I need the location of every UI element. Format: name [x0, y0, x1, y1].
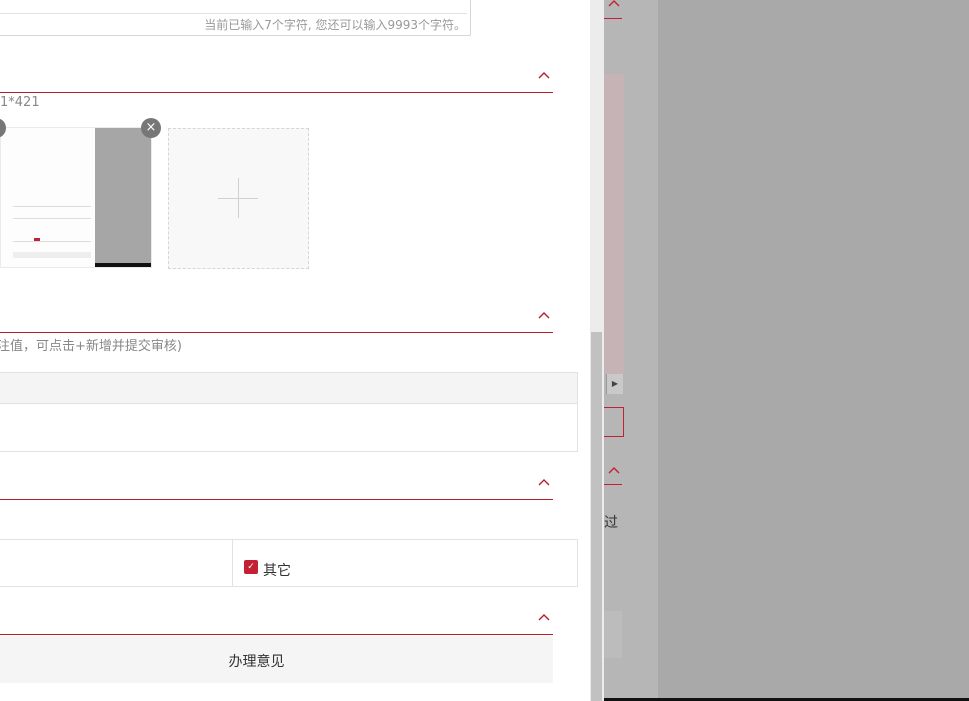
- thumbnail-page-area: [1, 128, 95, 267]
- section-divider: [0, 634, 553, 635]
- section-divider: [0, 499, 553, 500]
- scrollbar-thumb[interactable]: [591, 332, 602, 701]
- collapse-chevron-up-icon[interactable]: [538, 311, 550, 323]
- thumbnail-line: [13, 241, 91, 242]
- background-input-box: [604, 407, 624, 437]
- thumbnail-button: [13, 252, 91, 258]
- data-table: [0, 372, 578, 452]
- textarea-divider: [0, 13, 467, 14]
- screen: ▶ 过 当前已输入7个字符, 您还可以输入9993个字符。 1*421 × 注值…: [0, 0, 969, 701]
- background-chevron-up-icon: [608, 0, 620, 9]
- section-divider: [0, 332, 553, 333]
- table-header: [0, 373, 577, 404]
- background-grey-box: [604, 611, 622, 658]
- background-scroll-right-arrow: ▶: [606, 374, 623, 394]
- char-counter: 当前已输入7个字符, 您还可以输入9993个字符。: [204, 18, 466, 32]
- checkbox-row: ✓ 其它: [0, 539, 578, 587]
- thumbnail-black-bar: [95, 263, 151, 267]
- background-image-area: [604, 74, 624, 374]
- background-section-divider: [604, 18, 622, 19]
- collapse-chevron-up-icon[interactable]: [538, 613, 550, 625]
- thumbnail-red-mark: [34, 238, 40, 241]
- cell-divider: [232, 540, 233, 586]
- description-textarea[interactable]: 当前已输入7个字符, 您还可以输入9993个字符。: [0, 0, 471, 36]
- opinion-header: 办理意见: [0, 636, 553, 683]
- collapse-chevron-up-icon[interactable]: [538, 71, 550, 83]
- thumbnail-line: [13, 218, 91, 219]
- plus-icon: [238, 178, 239, 218]
- thumbnail-line: [13, 206, 91, 207]
- section-divider: [0, 92, 553, 93]
- opinion-label: 办理意见: [228, 654, 285, 670]
- uploaded-image-thumbnail[interactable]: [0, 127, 152, 268]
- background-section-divider: [604, 484, 622, 485]
- background-partial-text: 过: [604, 515, 618, 531]
- table-hint: 注值，可点击+新增并提交审核): [0, 339, 182, 354]
- thumbnail-grey-area: [95, 128, 151, 264]
- collapse-chevron-up-icon[interactable]: [538, 478, 550, 490]
- background-chevron-up-icon: [608, 465, 620, 476]
- image-size-hint: 1*421: [0, 95, 40, 110]
- remove-image-button[interactable]: ×: [141, 118, 161, 138]
- form-panel: 当前已输入7个字符, 您还可以输入9993个字符。 1*421 × ×: [0, 0, 590, 701]
- checkbox-other[interactable]: ✓: [244, 560, 258, 574]
- checkbox-other-label[interactable]: 其它: [263, 560, 291, 580]
- add-image-button[interactable]: [168, 128, 309, 269]
